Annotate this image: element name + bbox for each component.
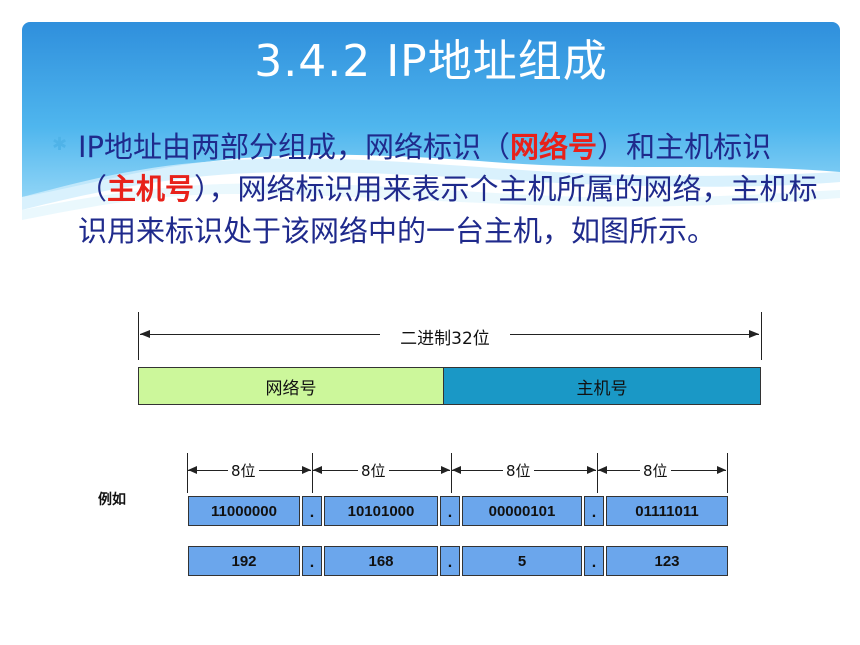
highlight-host-id: 主机号 [107,172,195,206]
octet-tick [727,453,728,493]
arrow-left-icon [598,466,607,474]
octet-bits-label-3: 8位 [503,460,534,481]
arrow-left-icon [140,330,150,338]
octet-bits-label-2: 8位 [358,460,389,481]
arrow-left-icon [452,466,461,474]
network-part-box: 网络号 [138,367,444,405]
decimal-octet-4: 123 [606,546,728,576]
binary-octet-4: 01111011 [606,496,728,526]
example-label: 例如 [98,492,126,508]
arrow-right-icon [749,330,759,338]
slide-title: 3.4.2 IP地址组成 [254,36,608,87]
binary-octet-1: 11000000 [188,496,300,526]
arrow-left-icon [188,466,197,474]
arrow-right-icon [587,466,596,474]
host-part-box: 主机号 [443,367,761,405]
arrow-right-icon [302,466,311,474]
arrow-right-icon [441,466,450,474]
decimal-separator-2: . [440,546,460,576]
decimal-octet-3: 5 [462,546,582,576]
binary-separator-3: . [584,496,604,526]
octet-bits-label-1: 8位 [228,460,259,481]
slide: 3.4.2 IP地址组成 ✱ IP地址由两部分组成，网络标识（网络号）和主机标识… [0,0,860,645]
binary-octet-3: 00000101 [462,496,582,526]
binary-octet-2: 10101000 [324,496,438,526]
network-part-label: 网络号 [265,378,317,399]
decimal-octet-1: 192 [188,546,300,576]
arrow-left-icon [313,466,322,474]
span-tick-right [761,312,762,360]
bullet-icon: ✱ [52,134,68,155]
decimal-octet-2: 168 [324,546,438,576]
binary-separator-1: . [302,496,322,526]
arrow-right-icon [717,466,726,474]
octet-bits-label-4: 8位 [640,460,671,481]
paragraph-part1: IP地址由两部分组成，网络标识（ [78,130,511,164]
host-part-label: 主机号 [576,378,628,399]
body-paragraph: IP地址由两部分组成，网络标识（网络号）和主机标识（主机号），网络标识用来表示个… [78,126,818,252]
decimal-separator-1: . [302,546,322,576]
highlight-network-id: 网络号 [510,130,598,164]
binary-separator-2: . [440,496,460,526]
decimal-separator-3: . [584,546,604,576]
total-bits-label: 二进制32位 [380,324,510,349]
span-tick-left [138,312,139,360]
